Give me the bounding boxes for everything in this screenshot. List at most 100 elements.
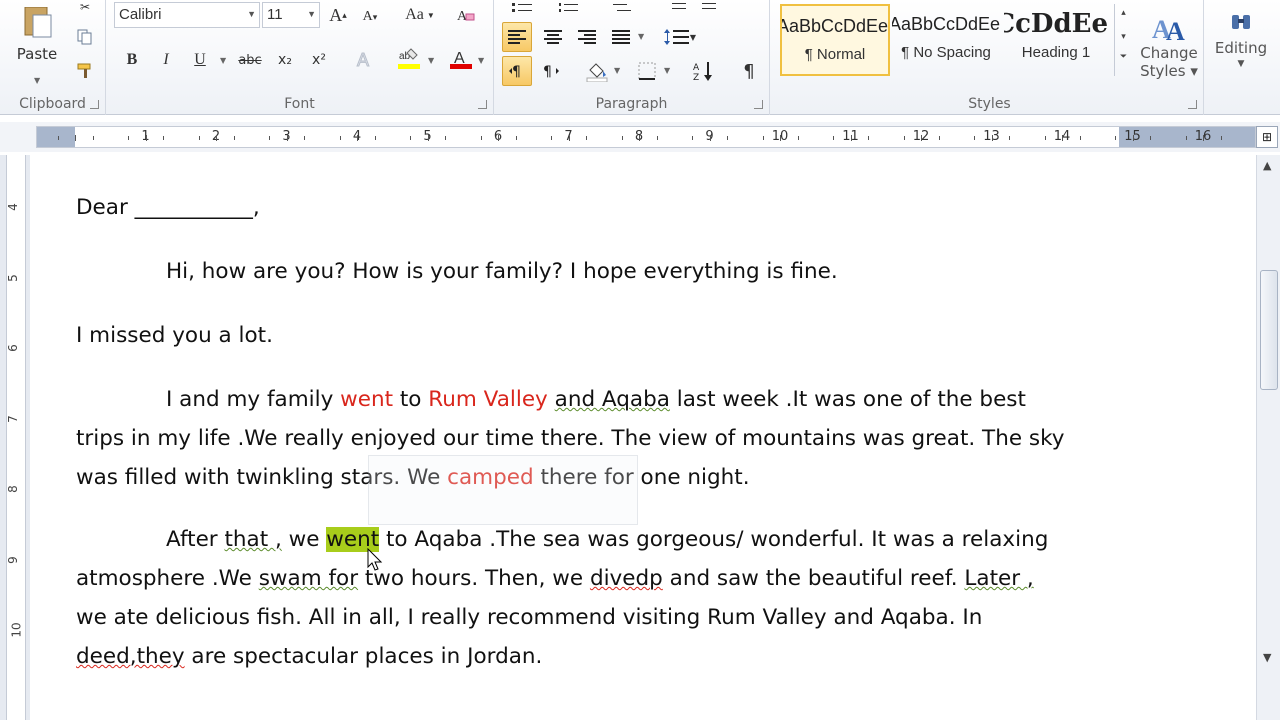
shading-icon (586, 63, 608, 82)
change-styles-label-2: Styles ▾ (1140, 62, 1198, 80)
document-page[interactable]: Dear ___________, Hi, how are you? How i… (34, 155, 1254, 720)
bullets-button[interactable] (508, 0, 538, 14)
ruler-tick (586, 136, 588, 140)
numbering-button[interactable] (554, 0, 584, 14)
shading-dropdown-icon[interactable]: ▼ (614, 66, 620, 75)
scroll-thumb[interactable] (1260, 270, 1278, 390)
styles-group-label: Styles (968, 96, 1011, 112)
rtl-direction-button[interactable]: ¶ (502, 56, 532, 86)
sort-button[interactable]: AZ (688, 56, 718, 86)
bold-button[interactable]: B (120, 48, 144, 72)
font-color-button[interactable]: A (448, 46, 474, 72)
align-left-icon (508, 30, 526, 44)
style-no-spacing-name: ¶ No Spacing (901, 44, 991, 61)
change-styles-button[interactable]: A A Change Styles ▾ (1136, 0, 1202, 90)
style-heading-1-name: Heading 1 (1021, 44, 1091, 61)
ruler-tick (480, 136, 482, 140)
highlight-button[interactable]: ab (396, 46, 422, 72)
scroll-up-icon[interactable]: ▲ (1263, 159, 1271, 172)
font-family-combo[interactable]: Calibri ▼ (114, 2, 260, 28)
scroll-down-icon[interactable]: ▼ (1263, 651, 1271, 664)
font-launcher-icon[interactable] (478, 100, 487, 109)
styles-launcher-icon[interactable] (1188, 100, 1197, 109)
style-heading-1[interactable]: AaBbCcDdEe Heading 1 (1004, 4, 1108, 76)
shrink-font-button[interactable]: A ▾ (358, 6, 382, 28)
grammar-flag: Later , (964, 566, 1034, 591)
italic-button[interactable]: I (154, 48, 178, 72)
ruler-tick (850, 135, 852, 141)
align-right-button[interactable] (572, 22, 602, 52)
justify-button[interactable] (606, 22, 636, 52)
ruler-tick (445, 136, 447, 140)
paste-button[interactable]: Paste (10, 0, 64, 70)
ruler-tick (498, 135, 500, 141)
subscript-button[interactable]: x₂ (272, 48, 298, 72)
ruler-tick (269, 136, 271, 140)
ruler-tick (128, 136, 130, 140)
styles-gallery-scroll[interactable]: ▴ ▾ ⏷ (1114, 4, 1132, 76)
grow-font-button[interactable]: A ▴ (326, 4, 350, 26)
justify-dropdown-icon[interactable]: ▼ (638, 32, 644, 41)
horizontal-ruler[interactable]: 12345678910111213141516 (36, 126, 1256, 148)
text-run-red: went (340, 387, 394, 412)
align-left-button[interactable] (502, 22, 532, 52)
clear-formatting-button[interactable]: A (454, 4, 478, 26)
underline-button[interactable]: U (188, 48, 212, 72)
view-ruler-icon[interactable]: ⊞ (1256, 126, 1278, 148)
ruler-tick (692, 136, 694, 140)
binoculars-icon (1232, 15, 1250, 29)
paste-dropdown-icon[interactable]: ▼ (34, 76, 40, 85)
style-no-spacing[interactable]: AaBbCcDdEe ¶ No Spacing (892, 4, 1000, 76)
clipboard-launcher-icon[interactable] (90, 100, 99, 109)
font-size-combo[interactable]: 11 ▼ (262, 2, 320, 28)
style-heading-1-preview: AaBbCcDdEe (1004, 9, 1108, 39)
borders-icon (638, 62, 656, 80)
ruler-tick (286, 135, 288, 141)
line-spacing-button[interactable]: ▼ (662, 22, 698, 52)
vertical-ruler[interactable]: 4 5 6 7 8 9 10 (0, 155, 30, 720)
grammar-flag: swam for (258, 566, 359, 591)
cut-button[interactable]: ✂ (74, 0, 96, 14)
paragraph-launcher-icon[interactable] (754, 100, 763, 109)
scissors-icon: ✂ (79, 0, 91, 14)
vertical-ruler-track: 4 5 6 7 8 9 10 (6, 155, 26, 720)
ruler-tick (410, 136, 412, 140)
ruler-tick (57, 136, 59, 140)
paragraph-4-line-2: atmosphere .We swam for two hours. Then,… (76, 566, 1034, 591)
text-effects-button[interactable]: A (352, 46, 378, 72)
mini-toolbar[interactable] (368, 455, 638, 525)
vertical-scrollbar[interactable]: ▲ ▼ (1256, 155, 1280, 720)
more-styles-icon: ⏷ (1119, 52, 1128, 62)
highlight-dropdown-icon[interactable]: ▼ (428, 56, 434, 65)
style-normal[interactable]: AaBbCcDdEe ¶ Normal (780, 4, 890, 76)
format-painter-button[interactable] (74, 60, 96, 82)
superscript-button[interactable]: x² (306, 48, 332, 72)
editing-group: Editing ▼ (1204, 0, 1280, 115)
change-case-button[interactable]: Aa ▼ (400, 4, 440, 26)
increase-indent-button[interactable] (694, 0, 718, 14)
align-center-button[interactable] (538, 22, 568, 52)
show-hide-button[interactable]: ¶ (734, 56, 764, 86)
strikethrough-button[interactable]: abc (236, 48, 264, 72)
ruler-tick (75, 135, 77, 141)
clear-formatting-icon: A (457, 9, 475, 24)
shading-button[interactable] (582, 56, 612, 86)
ltr-direction-button[interactable]: ¶ (536, 56, 566, 86)
underline-dropdown-icon[interactable]: ▼ (220, 56, 226, 65)
justify-icon (612, 30, 630, 44)
ruler-tick (1203, 135, 1205, 141)
decrease-indent-button[interactable] (664, 0, 688, 14)
borders-button[interactable] (632, 56, 662, 86)
multilevel-list-button[interactable] (604, 0, 640, 14)
text-effects-icon: A (357, 50, 370, 71)
font-color-dropdown-icon[interactable]: ▼ (478, 56, 484, 65)
bullets-icon (512, 3, 532, 12)
paragraph-3-line-1: I and my family went to Rum Valley and A… (166, 387, 1026, 412)
editing-button[interactable]: Editing ▼ (1206, 0, 1276, 82)
greeting-line: Dear ___________, (76, 195, 260, 220)
copy-button[interactable] (74, 26, 96, 48)
vertical-ruler-number: 4 (5, 203, 20, 211)
ruler-tick (727, 136, 729, 140)
borders-dropdown-icon[interactable]: ▼ (664, 66, 670, 75)
align-right-icon (578, 30, 596, 44)
